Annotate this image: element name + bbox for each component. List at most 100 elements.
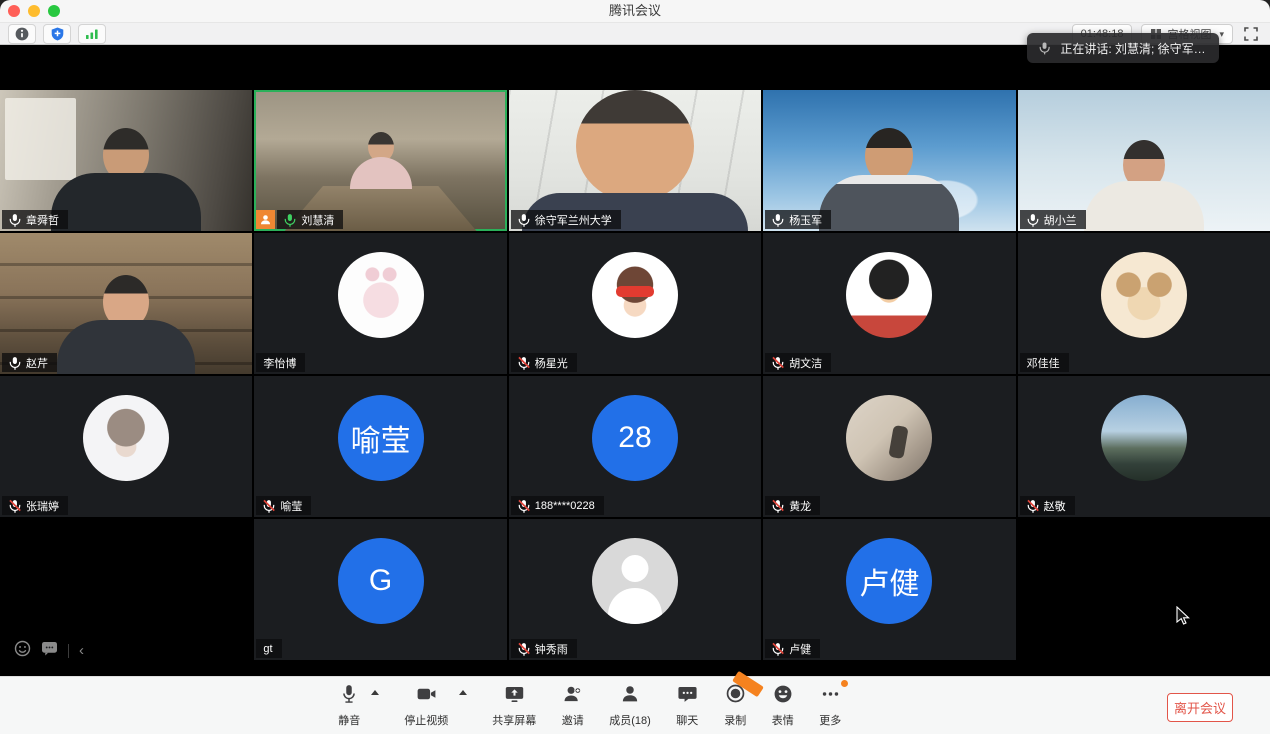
participant-nameplate: 杨玉军 [765, 210, 831, 229]
participant-nameplate: 杨星光 [511, 353, 577, 372]
empty-grid-cell [0, 519, 252, 660]
participant-name: 张瑞婷 [26, 498, 59, 514]
participant-tile[interactable]: 李怡博 [254, 233, 506, 374]
toolbar-camera-button[interactable]: 停止视频 [404, 683, 448, 728]
toolbar-chat-button[interactable]: 聊天 [676, 683, 699, 728]
reaction-bar: ‹ [14, 641, 84, 661]
participant-name: 邓佳佳 [1027, 355, 1060, 371]
participant-tile[interactable]: Ggt [254, 519, 506, 660]
participant-nameplate: 卢健 [765, 639, 820, 658]
mic-status-icon [284, 213, 296, 227]
participant-video-silhouette [1084, 140, 1204, 231]
emoji-icon[interactable] [14, 640, 31, 662]
signal-icon[interactable] [78, 24, 106, 44]
participant-name: gt [263, 643, 272, 655]
participant-tile[interactable]: 章舜哲 [0, 90, 252, 231]
toolbar-button-label: 静音 [338, 712, 360, 728]
participant-name: 杨玉军 [789, 212, 822, 228]
participant-tile[interactable]: 胡小兰 [1018, 90, 1270, 231]
toolbar-record-button[interactable]: 录制 [724, 683, 747, 728]
mic-options-caret[interactable] [371, 690, 379, 695]
info-icon[interactable] [8, 24, 36, 44]
participant-video-silhouette [51, 128, 201, 231]
bunny-cartoon-avatar [338, 252, 424, 338]
camera-options-caret[interactable] [459, 690, 467, 695]
mic-icon [1039, 41, 1050, 55]
participant-name: 章舜哲 [26, 212, 59, 228]
participant-nameplate: 黄龙 [765, 496, 820, 515]
participant-tile[interactable]: 28188****0228 [509, 376, 761, 517]
participant-name: 喻莹 [280, 498, 302, 514]
mic-status-icon [9, 356, 21, 370]
participant-tile[interactable]: 张瑞婷 [0, 376, 252, 517]
toolbar-button-label: 共享屏幕 [492, 712, 536, 728]
participant-tile[interactable]: 杨星光 [509, 233, 761, 374]
participant-initial-avatar: 卢健 [846, 538, 932, 624]
participant-initial-avatar: G [338, 538, 424, 624]
stairs-photo-avatar [846, 395, 932, 481]
leave-meeting-button[interactable]: 离开会议 [1167, 693, 1233, 722]
toolbar-mic-button[interactable]: 静音 [338, 683, 360, 728]
participant-name: 钟秀雨 [535, 641, 568, 657]
mic-status-icon [772, 356, 784, 370]
camera-icon [415, 683, 438, 710]
mic-status-icon [518, 213, 530, 227]
collapse-chevron-icon[interactable]: ‹ [79, 641, 84, 661]
toolbar-button-label: 聊天 [676, 712, 698, 728]
participant-tile[interactable]: 钟秀雨 [509, 519, 761, 660]
video-grid: 章舜哲 刘慧清徐守军兰州大学 杨玉军 胡小兰赵芹 李怡博 杨星光 胡文洁 邓佳佳张瑞婷 喻莹喻莹… [0, 90, 1270, 660]
toolbar-emoji-button[interactable]: 表情 [772, 683, 794, 728]
participant-name: 卢健 [789, 641, 811, 657]
participant-tile[interactable]: 喻莹喻莹 [254, 376, 506, 517]
mic-status-icon [9, 499, 21, 513]
participant-nameplate: 胡文洁 [765, 353, 831, 372]
fullscreen-icon-button[interactable] [1242, 25, 1260, 43]
mic-status-icon [518, 499, 530, 513]
participant-nameplate: 赵芹 [2, 353, 57, 372]
toolbar-members-button[interactable]: 成员(18) [609, 683, 651, 728]
mic-status-icon [1027, 213, 1039, 227]
participant-tile[interactable]: 卢健卢健 [763, 519, 1015, 660]
girl-red-glasses-cartoon-avatar [592, 252, 678, 338]
participant-tile[interactable]: 徐守军兰州大学 [509, 90, 761, 231]
participant-nameplate: gt [256, 639, 281, 658]
participant-nameplate: 邓佳佳 [1020, 353, 1069, 372]
chat-bubble-icon[interactable] [41, 641, 58, 661]
participant-tile[interactable]: 杨玉军 [763, 90, 1015, 231]
titlebar: 腾讯会议 [0, 0, 1270, 23]
toolbar-button-label: 成员(18) [609, 712, 651, 728]
divider [68, 644, 69, 658]
participant-nameplate: 钟秀雨 [511, 639, 577, 658]
empty-grid-cell [1018, 519, 1270, 660]
participant-video-silhouette [57, 275, 195, 374]
window-title: 腾讯会议 [0, 0, 1270, 22]
participant-name: 赵敬 [1044, 498, 1066, 514]
participant-tile[interactable]: 赵芹 [0, 233, 252, 374]
mic-status-icon [518, 356, 530, 370]
toolbar-button-label: 表情 [772, 712, 794, 728]
toolbar-more-button[interactable]: 更多 [819, 683, 842, 728]
participant-name: 赵芹 [26, 355, 48, 371]
participant-tile[interactable]: 刘慧清 [254, 90, 506, 231]
toolbar-share-screen-button[interactable]: 共享屏幕 [492, 683, 536, 728]
participant-tile[interactable]: 赵敬 [1018, 376, 1270, 517]
participant-tile[interactable]: 邓佳佳 [1018, 233, 1270, 374]
participant-name: 李怡博 [263, 355, 296, 371]
toolbar-button-label: 录制 [724, 712, 746, 728]
participant-name: 胡文洁 [789, 355, 822, 371]
participant-name: 徐守军兰州大学 [535, 212, 612, 228]
emoji-icon [772, 683, 794, 710]
participant-video-silhouette [350, 132, 412, 189]
more-icon [819, 683, 842, 710]
notification-dot-badge [841, 680, 848, 687]
toolbar-button-label: 邀请 [562, 712, 584, 728]
mic-status-icon [1027, 499, 1039, 513]
invite-icon [561, 683, 584, 710]
mic-status-icon [772, 213, 784, 227]
participant-nameplate: 章舜哲 [2, 210, 68, 229]
participant-tile[interactable]: 黄龙 [763, 376, 1015, 517]
shield-icon[interactable] [43, 24, 71, 44]
speaking-indicator-toast: 正在讲话: 刘慧清; 徐守军兰... [1027, 33, 1219, 63]
toolbar-invite-button[interactable]: 邀请 [561, 683, 584, 728]
participant-tile[interactable]: 胡文洁 [763, 233, 1015, 374]
